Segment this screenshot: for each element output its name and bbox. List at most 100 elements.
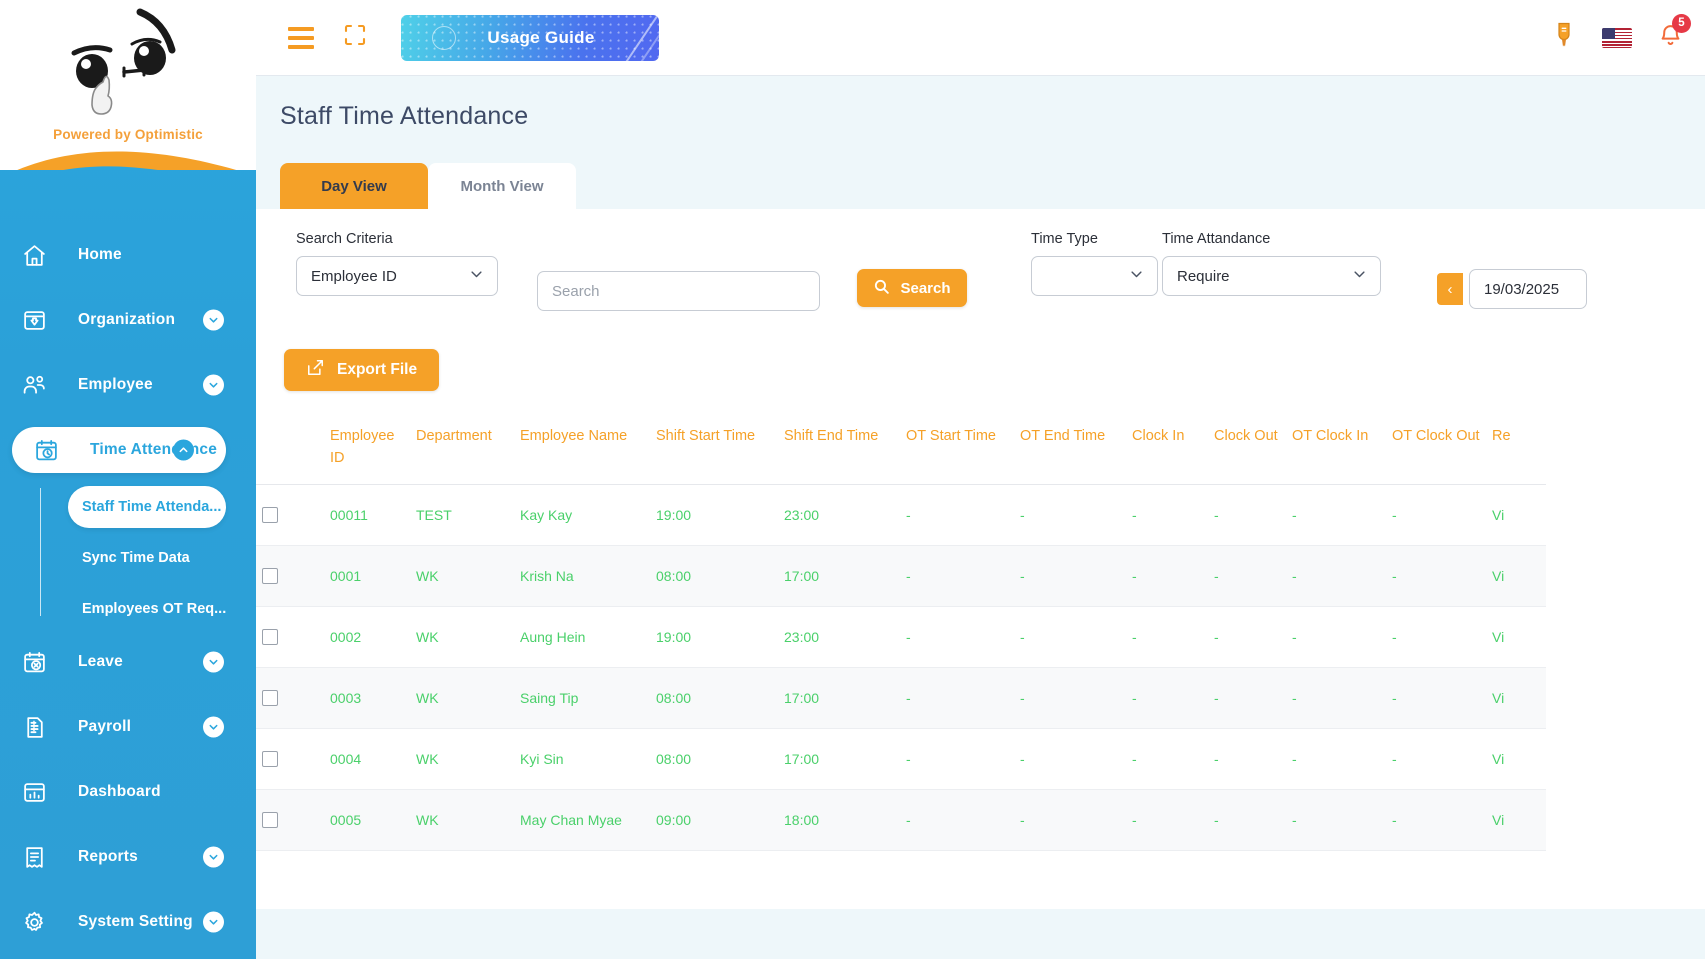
submenu-item-employees-ot-request[interactable]: Employees OT Req...: [0, 588, 256, 630]
export-file-button[interactable]: Export File: [284, 349, 439, 391]
us-flag-icon[interactable]: [1602, 28, 1632, 48]
attendance-panel: Search Criteria Employee ID: [256, 209, 1705, 909]
column-header-department[interactable]: Department: [410, 417, 514, 484]
prev-date-button[interactable]: ‹: [1437, 273, 1463, 305]
table-row[interactable]: 0004WKKyi Sin08:0017:00------Vi: [256, 728, 1546, 789]
cell-clock-out: -: [1208, 606, 1286, 667]
table-row[interactable]: 00011TESTKay Kay19:0023:00------Vi: [256, 484, 1546, 545]
cell-clock-out: -: [1208, 484, 1286, 545]
attendance-table-wrapper: Employee ID Department Employee Name Shi…: [256, 417, 1705, 851]
row-checkbox[interactable]: [262, 629, 278, 645]
sidebar-item-time-attendance[interactable]: Time Attendance: [12, 427, 226, 473]
view-detail-link[interactable]: Vi: [1492, 629, 1504, 645]
cell-ot-clock-in: -: [1286, 606, 1386, 667]
row-checkbox[interactable]: [262, 812, 278, 828]
export-row: Export File: [256, 319, 1705, 391]
cell-shift-start-time: 08:00: [650, 545, 778, 606]
row-checkbox[interactable]: [262, 690, 278, 706]
cell-employee-id: 0004: [324, 728, 410, 789]
cell-view-link[interactable]: Vi: [1486, 484, 1546, 545]
column-header-shift-start-time[interactable]: Shift Start Time: [650, 417, 778, 484]
sidebar-item-system-setting[interactable]: System Setting: [0, 899, 256, 945]
page-content: Staff Time Attendance Day View Month Vie…: [256, 76, 1705, 959]
chevron-down-icon[interactable]: [203, 375, 224, 396]
chevron-down-icon[interactable]: [203, 847, 224, 868]
usage-guide-button[interactable]: Usage Guide: [401, 15, 659, 61]
wave-decoration: [0, 120, 256, 170]
view-detail-link[interactable]: Vi: [1492, 751, 1504, 767]
sidebar-item-label: Organization: [78, 311, 175, 329]
cell-employee-name: Kyi Sin: [514, 728, 650, 789]
fullscreen-icon[interactable]: [343, 23, 367, 52]
row-checkbox[interactable]: [262, 507, 278, 523]
medal-icon[interactable]: [1552, 22, 1576, 53]
row-checkbox[interactable]: [262, 568, 278, 584]
cell-ot-clock-in: -: [1286, 545, 1386, 606]
submenu-item-staff-time-attendance[interactable]: Staff Time Attenda...: [68, 486, 226, 528]
cell-view-link[interactable]: Vi: [1486, 606, 1546, 667]
sidebar-item-label: Reports: [78, 848, 138, 866]
hamburger-icon[interactable]: [288, 27, 314, 49]
view-detail-link[interactable]: Vi: [1492, 812, 1504, 828]
cell-ot-start-time: -: [900, 606, 1014, 667]
sidebar-item-label: Employee: [78, 376, 153, 394]
chevron-down-icon[interactable]: [203, 912, 224, 933]
tab-month-view[interactable]: Month View: [428, 163, 576, 209]
view-detail-link[interactable]: Vi: [1492, 568, 1504, 584]
usage-guide-label: Usage Guide: [487, 28, 594, 48]
bell-icon[interactable]: 5: [1658, 23, 1683, 53]
sidebar-item-dashboard[interactable]: Dashboard: [0, 769, 256, 815]
column-header-employee-id[interactable]: Employee ID: [324, 417, 410, 484]
column-header-shift-end-time[interactable]: Shift End Time: [778, 417, 900, 484]
sidebar-item-payroll[interactable]: Payroll: [0, 704, 256, 750]
date-navigator: ‹ 19/03/2025: [1437, 269, 1587, 309]
column-header-ot-start-time[interactable]: OT Start Time: [900, 417, 1014, 484]
cell-employee-id: 0001: [324, 545, 410, 606]
column-header-ot-clock-out[interactable]: OT Clock Out: [1386, 417, 1486, 484]
search-button[interactable]: Search: [857, 269, 967, 307]
row-checkbox[interactable]: [262, 751, 278, 767]
dashboard-icon: [22, 780, 56, 805]
usage-guide-slash-decoration-2: [633, 15, 659, 61]
table-row[interactable]: 0002WKAung Hein19:0023:00------Vi: [256, 606, 1546, 667]
chevron-down-icon[interactable]: [203, 310, 224, 331]
logo-panel: Powered by Optimistic: [0, 0, 256, 170]
time-attendance-select[interactable]: Require: [1162, 256, 1381, 296]
sidebar-item-employee[interactable]: Employee: [0, 362, 256, 408]
cell-department: WK: [410, 606, 514, 667]
column-header-ot-clock-in[interactable]: OT Clock In: [1286, 417, 1386, 484]
row-checkbox-cell: [256, 789, 324, 850]
table-row[interactable]: 0001WKKrish Na08:0017:00------Vi: [256, 545, 1546, 606]
cell-shift-start-time: 09:00: [650, 789, 778, 850]
cell-employee-id: 0002: [324, 606, 410, 667]
column-header-employee-name[interactable]: Employee Name: [514, 417, 650, 484]
sidebar-item-leave[interactable]: Leave: [0, 639, 256, 685]
table-row[interactable]: 0005WKMay Chan Myae09:0018:00------Vi: [256, 789, 1546, 850]
view-detail-link[interactable]: Vi: [1492, 507, 1504, 523]
chevron-up-icon[interactable]: [173, 440, 194, 461]
submenu-item-sync-time-data[interactable]: Sync Time Data: [0, 537, 256, 579]
cell-view-link[interactable]: Vi: [1486, 667, 1546, 728]
view-detail-link[interactable]: Vi: [1492, 690, 1504, 706]
sidebar-item-reports[interactable]: Reports: [0, 834, 256, 880]
cell-view-link[interactable]: Vi: [1486, 728, 1546, 789]
column-header-remark[interactable]: Re: [1486, 417, 1546, 484]
time-type-select[interactable]: [1031, 256, 1158, 296]
search-criteria-select[interactable]: Employee ID: [296, 256, 498, 296]
date-display[interactable]: 19/03/2025: [1469, 269, 1587, 309]
search-input[interactable]: [537, 271, 820, 311]
notification-badge: 5: [1672, 14, 1691, 33]
chevron-down-icon[interactable]: [203, 717, 224, 738]
sidebar-item-organization[interactable]: Organization: [0, 297, 256, 343]
table-row[interactable]: 0003WKSaing Tip08:0017:00------Vi: [256, 667, 1546, 728]
tab-day-view[interactable]: Day View: [280, 163, 428, 209]
column-header-clock-out[interactable]: Clock Out: [1208, 417, 1286, 484]
sidebar-item-home[interactable]: Home: [0, 232, 256, 278]
cell-view-link[interactable]: Vi: [1486, 545, 1546, 606]
search-button-label: Search: [900, 280, 950, 297]
cell-view-link[interactable]: Vi: [1486, 789, 1546, 850]
chevron-down-icon[interactable]: [203, 652, 224, 673]
column-header-clock-in[interactable]: Clock In: [1126, 417, 1208, 484]
column-header-ot-end-time[interactable]: OT End Time: [1014, 417, 1126, 484]
column-header-select[interactable]: [256, 417, 324, 484]
